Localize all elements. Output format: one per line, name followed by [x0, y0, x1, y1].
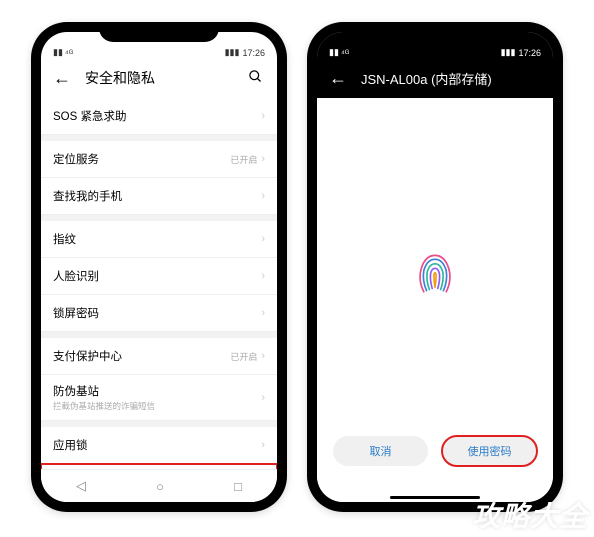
chevron-icon: › — [261, 392, 265, 404]
chevron-icon: › — [261, 153, 265, 165]
signal-icon: ▮▮ — [53, 47, 63, 58]
nav-back-icon[interactable]: ◁ — [76, 478, 86, 494]
screen-fingerprint: ▮▮ ⁴ᴳ ▮▮▮ 17:26 ← JSN-AL00a (内部存储) — [317, 32, 553, 502]
item-label: 定位服务 — [53, 151, 230, 167]
network-icon: ⁴ᴳ — [341, 48, 349, 58]
phone-right: ▮▮ ⁴ᴳ ▮▮▮ 17:26 ← JSN-AL00a (内部存储) — [307, 22, 563, 512]
search-icon[interactable] — [242, 69, 269, 88]
page-title: JSN-AL00a (内部存储) — [361, 69, 545, 88]
item-find-phone[interactable]: 查找我的手机 › — [41, 178, 277, 215]
item-label: 查找我的手机 — [53, 188, 261, 204]
chevron-icon: › — [261, 439, 265, 451]
item-label: 锁屏密码 — [53, 305, 261, 321]
item-lock-password[interactable]: 锁屏密码 › — [41, 295, 277, 332]
nav-recent-icon[interactable]: □ — [234, 479, 242, 494]
chevron-icon: › — [261, 110, 265, 122]
status-time: 17:26 — [518, 48, 541, 58]
notch — [99, 22, 219, 42]
back-icon[interactable]: ← — [325, 68, 351, 89]
signal-icon: ▮▮ — [329, 47, 339, 58]
page-title: 安全和隐私 — [85, 68, 232, 88]
phone-left: ▮▮ ⁴ᴳ ▮▮▮ 17:26 ← 安全和隐私 SOS 紧急求助 › — [31, 22, 287, 512]
item-app-lock[interactable]: 应用锁 › — [41, 427, 277, 464]
status-time: 17:26 — [242, 48, 265, 58]
item-payment-protection[interactable]: 支付保护中心 已开启 › — [41, 338, 277, 375]
header: ← JSN-AL00a (内部存储) — [317, 58, 553, 98]
use-password-button[interactable]: 使用密码 — [442, 436, 537, 466]
item-label: 支付保护中心 — [53, 348, 230, 364]
item-file-safe[interactable]: 文件保密柜 › — [41, 464, 277, 469]
back-icon[interactable]: ← — [49, 68, 75, 89]
notch — [375, 22, 495, 42]
item-status: 已开启 — [230, 153, 257, 166]
chevron-icon: › — [261, 307, 265, 319]
item-label: 指纹 — [53, 231, 261, 247]
item-fake-basestation[interactable]: 防伪基站 拦截伪基站推送的诈骗短信 › — [41, 375, 277, 421]
item-status: 已开启 — [230, 350, 257, 363]
network-icon: ⁴ᴳ — [65, 48, 73, 58]
item-label: 防伪基站 — [53, 383, 261, 399]
nav-bar: ◁ ○ □ — [41, 469, 277, 502]
chevron-icon: › — [261, 233, 265, 245]
battery-icon: ▮▮▮ — [501, 47, 516, 58]
screen-settings: ▮▮ ⁴ᴳ ▮▮▮ 17:26 ← 安全和隐私 SOS 紧急求助 › — [41, 32, 277, 502]
item-sublabel: 拦截伪基站推送的诈骗短信 — [53, 400, 261, 412]
item-label: SOS 紧急求助 — [53, 108, 261, 124]
chevron-icon: › — [261, 270, 265, 282]
item-face[interactable]: 人脸识别 › — [41, 258, 277, 295]
chevron-icon: › — [261, 350, 265, 362]
item-fingerprint[interactable]: 指纹 › — [41, 221, 277, 258]
battery-icon: ▮▮▮ — [225, 47, 240, 58]
fingerprint-icon[interactable] — [407, 247, 463, 303]
watermark: 攻略大全 — [472, 495, 588, 535]
header: ← 安全和隐私 — [41, 58, 277, 98]
nav-home-icon[interactable]: ○ — [156, 479, 164, 494]
fingerprint-area — [317, 98, 553, 422]
item-location[interactable]: 定位服务 已开启 › — [41, 141, 277, 178]
bottom-actions: 取消 使用密码 — [317, 422, 553, 502]
item-sos[interactable]: SOS 紧急求助 › — [41, 98, 277, 135]
home-indicator[interactable] — [390, 496, 480, 499]
settings-list: SOS 紧急求助 › 定位服务 已开启 › 查找我的手机 › 指纹 › — [41, 98, 277, 469]
cancel-button[interactable]: 取消 — [333, 436, 428, 466]
item-label: 应用锁 — [53, 437, 261, 453]
item-label: 人脸识别 — [53, 268, 261, 284]
chevron-icon: › — [261, 190, 265, 202]
